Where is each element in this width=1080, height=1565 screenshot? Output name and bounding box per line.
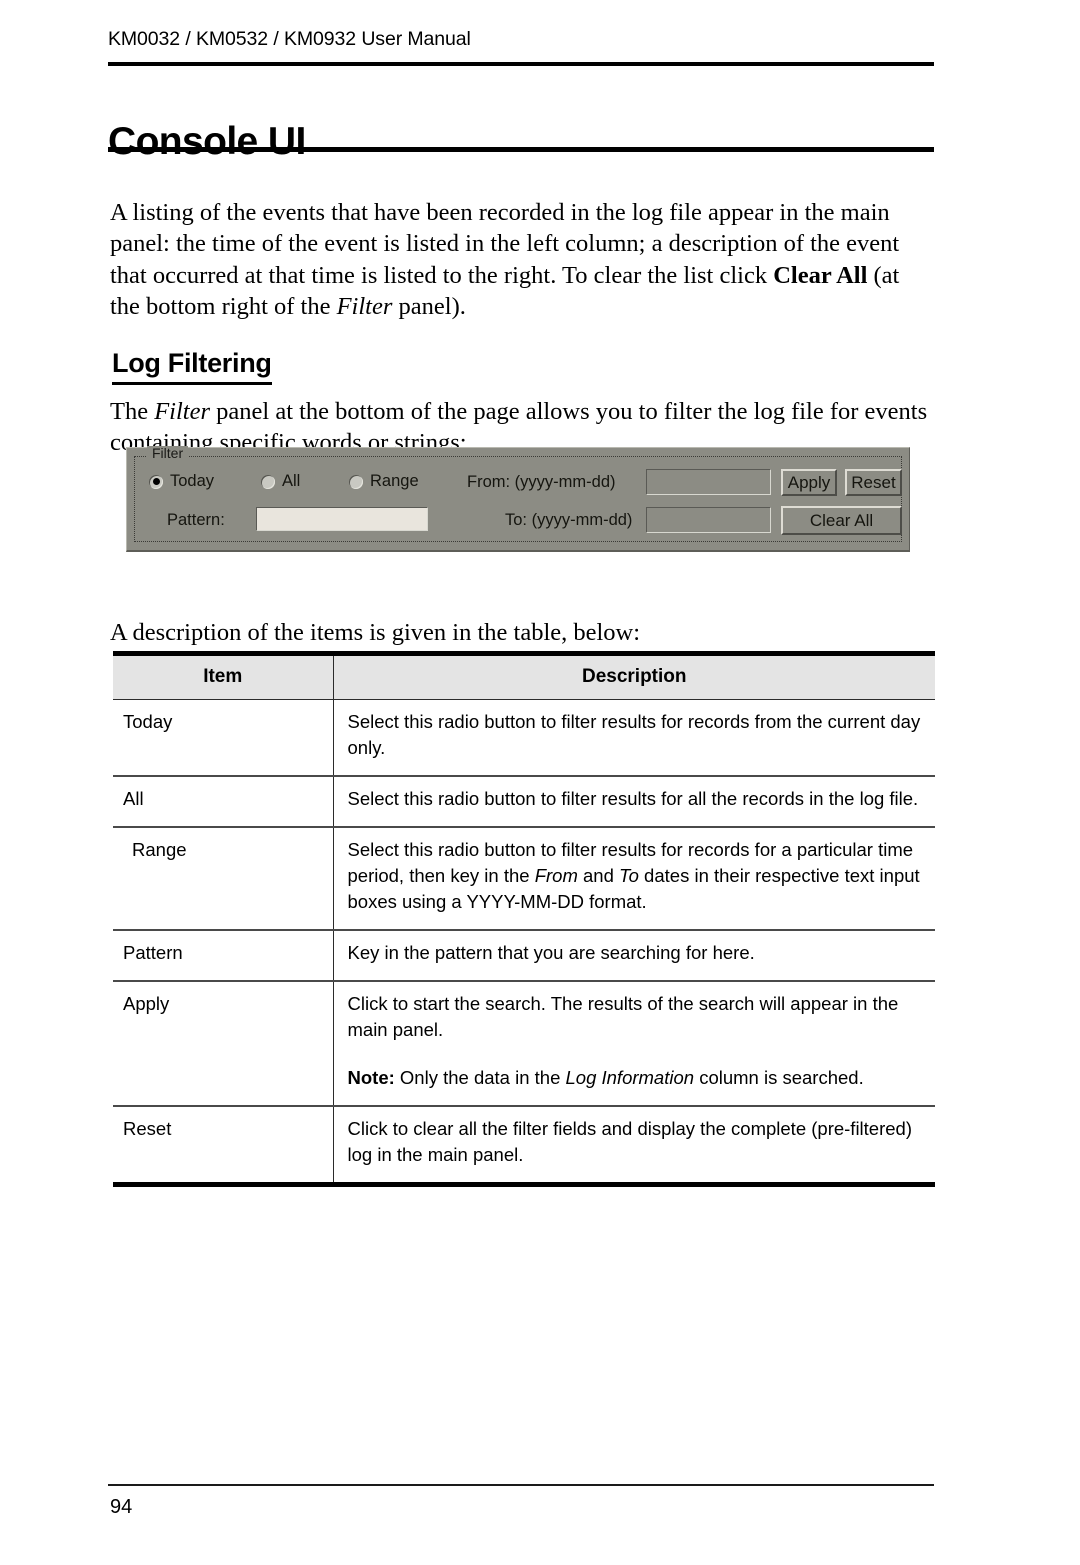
- table-intro-paragraph: A description of the items is given in t…: [110, 618, 641, 646]
- text-fragment: and: [577, 865, 620, 886]
- description-text: Select this radio button to filter resul…: [348, 786, 932, 812]
- table-cell-item: Pattern: [113, 930, 334, 982]
- text-fragment: Log Information: [565, 1067, 695, 1088]
- radio-range-label: Range: [370, 472, 419, 490]
- table-row: Pattern Key in the pattern that you are s…: [113, 930, 935, 982]
- table-cell-description: Click to start the search. The results o…: [333, 981, 935, 1107]
- column-header-item: Item: [113, 651, 334, 700]
- intro-paragraph: A listing of the events that have been r…: [110, 197, 934, 323]
- table-cell-item: Range: [113, 827, 334, 931]
- text-fragment: Note:: [347, 1067, 395, 1088]
- table-cell-item: Today: [113, 699, 334, 777]
- table-cell-item: Apply: [113, 981, 334, 1107]
- filter-text-part1: The: [110, 397, 155, 425]
- description-text: Select this radio button to filter resul…: [348, 709, 932, 761]
- radio-today-icon[interactable]: [149, 474, 163, 489]
- table-row: Today Select this radio button to filter …: [113, 699, 935, 777]
- table-cell-description: Select this radio button to filter resul…: [333, 827, 935, 931]
- page-title: Console UI: [108, 120, 306, 164]
- table-cell-item: All: [113, 776, 334, 828]
- text-fragment: From: [534, 865, 578, 886]
- text-fragment: Select this radio button to filter resul…: [347, 711, 921, 758]
- clear-all-button[interactable]: Clear All: [781, 506, 902, 535]
- table-row: Range Select this radio button to filter …: [113, 827, 935, 931]
- radio-range[interactable]: Range: [349, 472, 419, 491]
- document-page: KM0032 / KM0532 / KM0932 User Manual Con…: [0, 0, 1080, 1565]
- radio-range-icon[interactable]: [349, 474, 363, 489]
- table-cell-item: Reset: [113, 1106, 334, 1187]
- page-number: 94: [110, 1496, 133, 1518]
- description-text: Click to start the search. The results o…: [348, 991, 932, 1043]
- running-header: KM0032 / KM0532 / KM0932 User Manual: [108, 28, 471, 50]
- apply-button[interactable]: Apply: [781, 469, 837, 496]
- pattern-input[interactable]: [256, 507, 428, 531]
- header-divider: [108, 62, 934, 66]
- filter-italic-filter: Filter: [154, 397, 211, 425]
- title-divider: [108, 147, 934, 152]
- to-label: To: (yyyy-mm-dd): [505, 511, 633, 529]
- items-description-table: Item Description Today Select this radio …: [113, 651, 935, 1187]
- table-cell-description: Key in the pattern that you are searchin…: [333, 930, 935, 982]
- intro-text-part3: panel).: [392, 293, 466, 320]
- from-date-input[interactable]: [646, 469, 771, 495]
- table-body: Today Select this radio button to filter …: [113, 699, 935, 1187]
- description-note: Note: Only the data in the Log Informati…: [348, 1065, 932, 1091]
- radio-all-label: All: [282, 472, 301, 490]
- text-fragment: Click to start the search. The results o…: [347, 993, 899, 1040]
- text-fragment: Key in the pattern that you are searchin…: [347, 942, 755, 963]
- text-fragment: column is searched.: [694, 1067, 864, 1088]
- from-label: From: (yyyy-mm-dd): [467, 473, 616, 491]
- description-text: Click to clear all the filter fields and…: [348, 1116, 932, 1168]
- radio-today[interactable]: Today: [149, 472, 214, 491]
- pattern-label: Pattern:: [167, 511, 225, 529]
- footer-divider: [108, 1484, 934, 1486]
- intro-bold-clear-all: Clear All: [773, 261, 868, 289]
- table-row: All Select this radio button to filter re…: [113, 776, 935, 828]
- radio-all[interactable]: All: [261, 472, 300, 491]
- text-fragment: To: [619, 865, 639, 886]
- reset-button[interactable]: Reset: [845, 469, 902, 496]
- column-header-description: Description: [333, 651, 935, 700]
- section-heading-log-filtering: Log Filtering: [112, 348, 272, 386]
- filter-panel-screenshot: Filter Today All Range Pattern: From: (y…: [126, 446, 910, 552]
- table-cell-description: Select this radio button to filter resul…: [333, 776, 935, 828]
- text-fragment: Only the data in the: [394, 1067, 566, 1088]
- to-date-input[interactable]: [646, 507, 771, 533]
- table-cell-description: Select this radio button to filter resul…: [333, 699, 935, 777]
- table-row: Apply Click to start the search. The resu…: [113, 981, 935, 1107]
- radio-all-icon[interactable]: [261, 474, 275, 489]
- table-row: Reset Click to clear all the filter field…: [113, 1106, 935, 1187]
- description-text: Key in the pattern that you are searchin…: [348, 940, 932, 966]
- table-cell-description: Click to clear all the filter fields and…: [333, 1106, 935, 1187]
- radio-today-label: Today: [170, 472, 215, 490]
- text-fragment: Select this radio button to filter resul…: [347, 788, 919, 809]
- filter-groupbox-label: Filter: [147, 446, 189, 460]
- table-header-row: Item Description: [113, 651, 935, 700]
- text-fragment: Click to clear all the filter fields and…: [347, 1118, 913, 1165]
- intro-italic-filter: Filter: [336, 293, 393, 320]
- description-text: Select this radio button to filter resul…: [348, 837, 932, 915]
